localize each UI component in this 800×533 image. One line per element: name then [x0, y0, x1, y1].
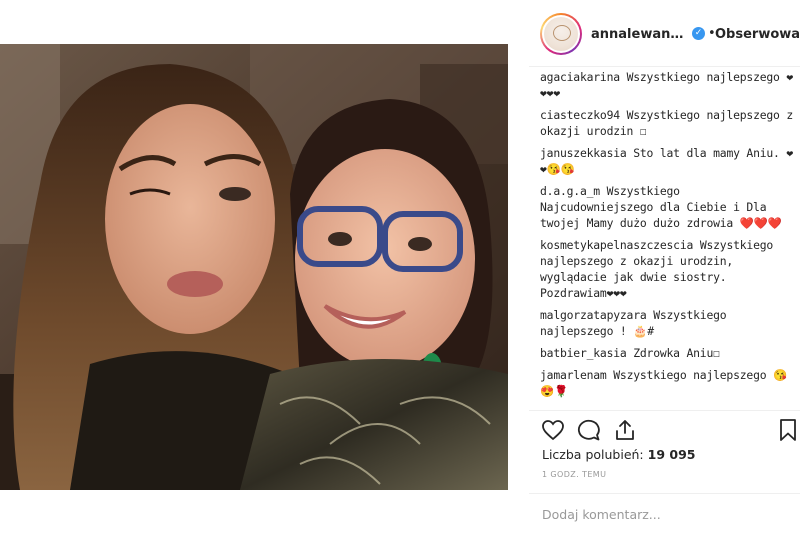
- comment-item: ciasteczko94 Wszystkiego najlepszego z o…: [540, 107, 796, 139]
- comment-item: d.a.g.a_m Wszystkiego Najcudowniejszego …: [540, 183, 796, 231]
- comment-item: malgorzatapyzara Wszystkiego najlepszego…: [540, 307, 796, 339]
- comment-username[interactable]: januszekkasia: [540, 146, 627, 160]
- comment-item: januszekkasia Sto lat dla mamy Aniu. ❤❤😘…: [540, 145, 796, 177]
- comment-input[interactable]: [542, 504, 782, 524]
- username-link[interactable]: annalewando...: [591, 27, 691, 42]
- comment-bubble-icon[interactable]: [577, 418, 601, 442]
- bookmark-icon[interactable]: [776, 418, 800, 442]
- comment-text: Zdrowka Aniu☐: [633, 346, 720, 360]
- post-header: annalewando... ✓ • Obserwowanie: [529, 0, 800, 67]
- comment-username[interactable]: d.a.g.a_m: [540, 184, 600, 198]
- comment-username[interactable]: ciasteczko94: [540, 108, 620, 122]
- follow-button[interactable]: Obserwowanie: [715, 27, 800, 42]
- post-timestamp[interactable]: 1 GODZ. TEMU: [542, 470, 606, 479]
- likes-number: 19 095: [647, 447, 696, 462]
- heart-icon[interactable]: [541, 418, 565, 442]
- verified-badge-icon: ✓: [692, 27, 705, 40]
- comment-username[interactable]: malgorzatapyzara: [540, 308, 647, 322]
- avatar[interactable]: [540, 13, 582, 55]
- comment-item: jamarlenam Wszystkiego najlepszego 😘😍🌹: [540, 367, 796, 399]
- post-side-panel: annalewando... ✓ • Obserwowanie agaciaka…: [529, 0, 800, 533]
- comment-username[interactable]: kosmetykapelnaszczescia: [540, 238, 693, 252]
- comment-username[interactable]: agaciakarina: [540, 70, 620, 84]
- likes-count[interactable]: Liczba polubień: 19 095: [542, 447, 695, 462]
- comment-item: kosmetykapelnaszczescia Wszystkiego najl…: [540, 237, 796, 301]
- likes-label: Liczba polubień:: [542, 447, 644, 462]
- comment-item: agaciakarina Wszystkiego najlepszego ❤❤❤…: [540, 69, 796, 101]
- comment-username[interactable]: batbier_kasia: [540, 346, 627, 360]
- post-image: [0, 44, 508, 490]
- comment-item: batbier_kasia Zdrowka Aniu☐: [540, 345, 796, 361]
- post-photo[interactable]: [0, 44, 508, 490]
- comment-username[interactable]: jamarlenam: [540, 368, 607, 382]
- share-icon[interactable]: [613, 418, 637, 442]
- post-actions-bar: [529, 410, 800, 444]
- add-comment-section: [529, 493, 800, 533]
- avatar-image: [544, 17, 578, 51]
- comments-list[interactable]: agaciakarina Wszystkiego najlepszego ❤❤❤…: [540, 67, 796, 407]
